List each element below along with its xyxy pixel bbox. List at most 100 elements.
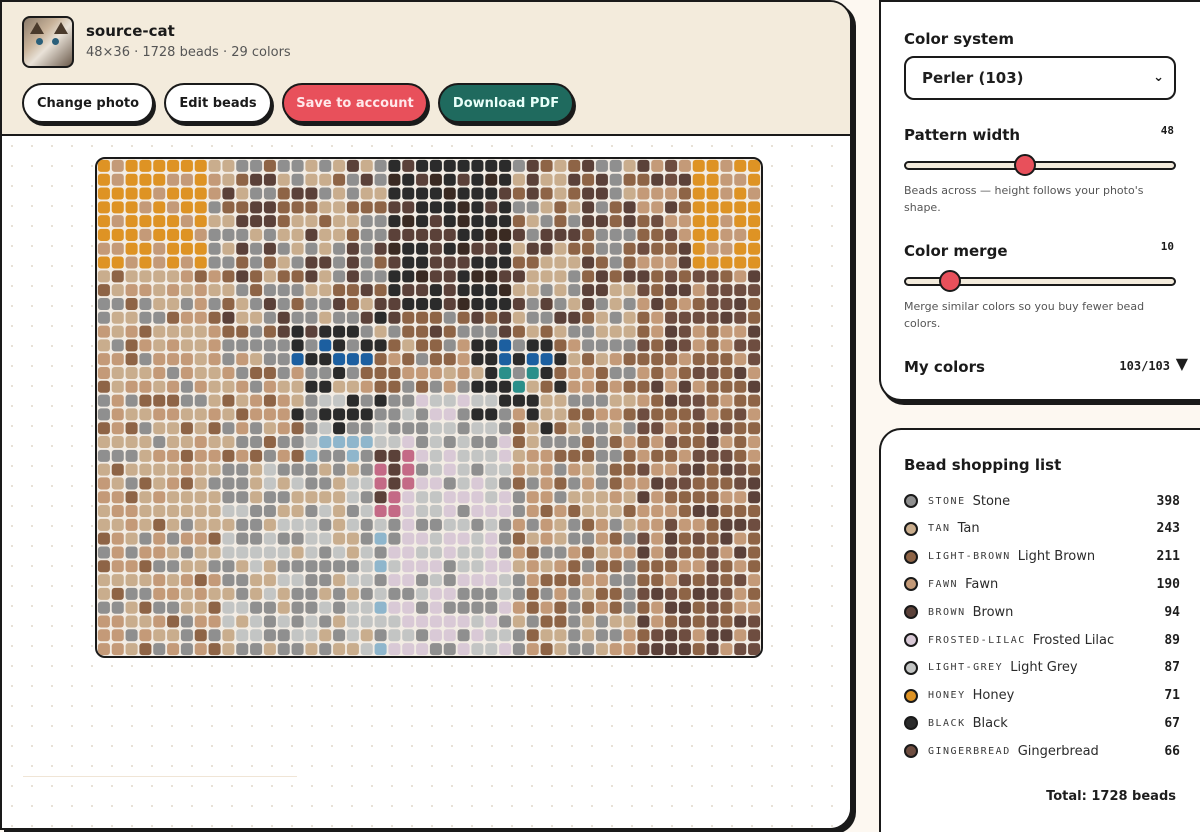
bead[interactable]: [263, 339, 276, 352]
bead[interactable]: [333, 284, 346, 297]
bead[interactable]: [277, 491, 290, 504]
bead[interactable]: [568, 477, 581, 490]
bead[interactable]: [443, 366, 456, 379]
bead[interactable]: [180, 601, 193, 614]
bead[interactable]: [208, 270, 221, 283]
bead[interactable]: [720, 159, 733, 172]
bead[interactable]: [665, 615, 678, 628]
bead[interactable]: [360, 325, 373, 338]
bead[interactable]: [402, 615, 415, 628]
bead[interactable]: [651, 297, 664, 310]
bead[interactable]: [416, 242, 429, 255]
bead[interactable]: [637, 270, 650, 283]
bead[interactable]: [291, 449, 304, 462]
bead[interactable]: [250, 270, 263, 283]
bead[interactable]: [139, 256, 152, 269]
bead[interactable]: [526, 366, 539, 379]
bead[interactable]: [333, 477, 346, 490]
bead[interactable]: [748, 325, 761, 338]
bead[interactable]: [678, 353, 691, 366]
bead[interactable]: [360, 366, 373, 379]
bead[interactable]: [153, 159, 166, 172]
bead[interactable]: [443, 505, 456, 518]
bead[interactable]: [333, 394, 346, 407]
bead[interactable]: [720, 532, 733, 545]
bead[interactable]: [623, 477, 636, 490]
bead[interactable]: [263, 228, 276, 241]
bead[interactable]: [222, 325, 235, 338]
bead[interactable]: [595, 394, 608, 407]
bead[interactable]: [623, 297, 636, 310]
bead[interactable]: [595, 615, 608, 628]
bead[interactable]: [180, 436, 193, 449]
bead[interactable]: [499, 629, 512, 642]
bead[interactable]: [167, 629, 180, 642]
bead[interactable]: [346, 242, 359, 255]
bead[interactable]: [692, 270, 705, 283]
bead[interactable]: [665, 436, 678, 449]
bead[interactable]: [595, 159, 608, 172]
bead[interactable]: [291, 587, 304, 600]
bead[interactable]: [526, 311, 539, 324]
bead[interactable]: [540, 380, 553, 393]
bead[interactable]: [208, 532, 221, 545]
bead[interactable]: [665, 353, 678, 366]
bead[interactable]: [402, 242, 415, 255]
bead[interactable]: [333, 408, 346, 421]
bead[interactable]: [443, 491, 456, 504]
bead[interactable]: [388, 366, 401, 379]
bead[interactable]: [526, 422, 539, 435]
bead[interactable]: [734, 159, 747, 172]
bead[interactable]: [277, 394, 290, 407]
bead[interactable]: [167, 449, 180, 462]
bead[interactable]: [582, 532, 595, 545]
bead[interactable]: [526, 491, 539, 504]
my-colors-label[interactable]: My colors: [904, 358, 985, 376]
bead[interactable]: [360, 532, 373, 545]
bead[interactable]: [457, 201, 470, 214]
bead[interactable]: [734, 587, 747, 600]
bead[interactable]: [499, 297, 512, 310]
bead[interactable]: [346, 477, 359, 490]
bead[interactable]: [692, 601, 705, 614]
bead[interactable]: [111, 436, 124, 449]
bead[interactable]: [374, 643, 387, 656]
bead[interactable]: [651, 574, 664, 587]
bead[interactable]: [568, 297, 581, 310]
bead[interactable]: [277, 574, 290, 587]
bead[interactable]: [651, 587, 664, 600]
bead[interactable]: [360, 643, 373, 656]
bead[interactable]: [208, 311, 221, 324]
bead[interactable]: [153, 546, 166, 559]
bead[interactable]: [97, 173, 110, 186]
bead[interactable]: [416, 325, 429, 338]
bead[interactable]: [125, 256, 138, 269]
bead[interactable]: [623, 408, 636, 421]
bead[interactable]: [277, 505, 290, 518]
bead[interactable]: [194, 159, 207, 172]
bead[interactable]: [706, 228, 719, 241]
bead[interactable]: [180, 629, 193, 642]
bead[interactable]: [609, 173, 622, 186]
bead[interactable]: [416, 270, 429, 283]
bead[interactable]: [471, 339, 484, 352]
bead[interactable]: [457, 643, 470, 656]
bead[interactable]: [291, 629, 304, 642]
bead[interactable]: [485, 297, 498, 310]
bead[interactable]: [499, 187, 512, 200]
bead[interactable]: [609, 256, 622, 269]
bead[interactable]: [678, 297, 691, 310]
bead[interactable]: [374, 629, 387, 642]
bead[interactable]: [540, 270, 553, 283]
bead[interactable]: [609, 284, 622, 297]
bead[interactable]: [623, 339, 636, 352]
bead[interactable]: [111, 574, 124, 587]
bead[interactable]: [540, 228, 553, 241]
bead[interactable]: [250, 380, 263, 393]
bead[interactable]: [194, 518, 207, 531]
bead[interactable]: [651, 159, 664, 172]
bead[interactable]: [111, 477, 124, 490]
bead[interactable]: [263, 297, 276, 310]
bead[interactable]: [153, 297, 166, 310]
bead[interactable]: [582, 449, 595, 462]
